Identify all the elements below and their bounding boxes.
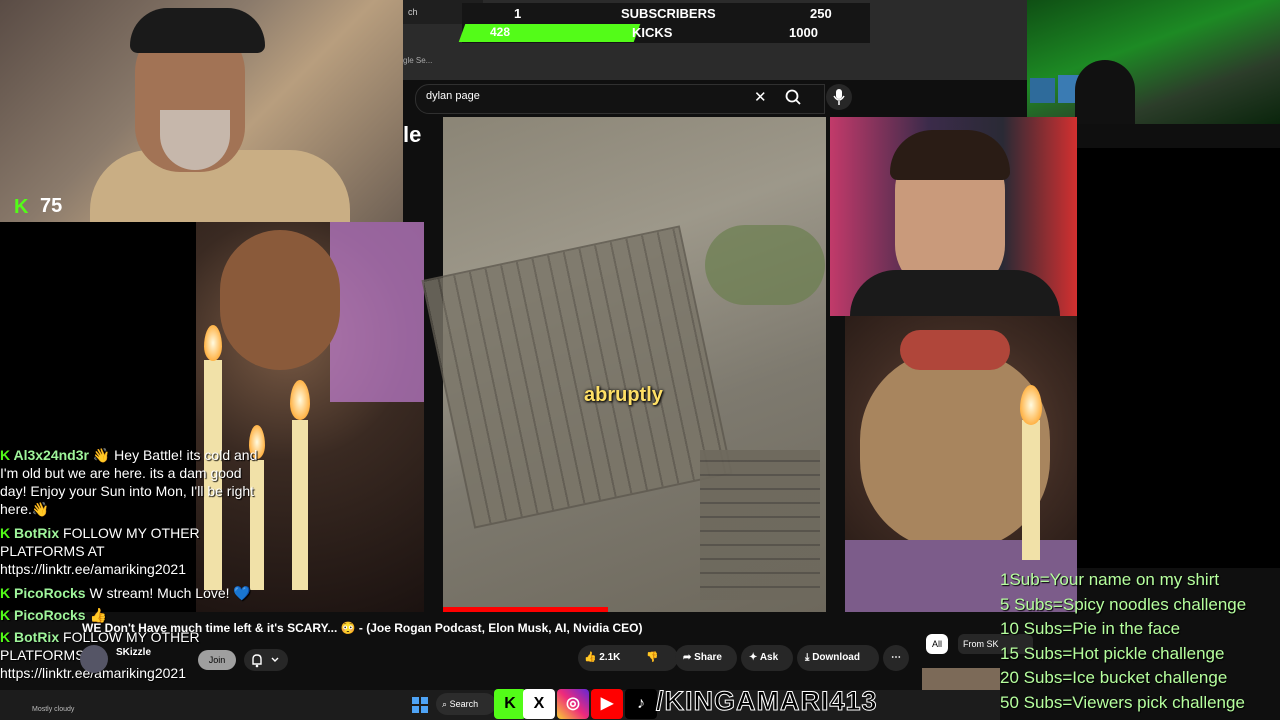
- video-title[interactable]: WE Don't Have much time left & it's SCAR…: [82, 621, 643, 635]
- room-person: [1075, 60, 1135, 124]
- bell-icon: [252, 654, 279, 668]
- kicks-target: 1000: [789, 25, 818, 40]
- channel-avatar[interactable]: [80, 645, 108, 673]
- subscribers-label: SUBSCRIBERS: [621, 6, 716, 21]
- filter-chip-all[interactable]: All: [926, 634, 948, 654]
- kicks-current: 428: [490, 25, 511, 39]
- candle: [292, 420, 308, 590]
- candle-flame: [290, 380, 310, 420]
- subscribers-current: 1: [514, 6, 522, 21]
- chat-message: K PicoRocks W stream! Much Love! 💙: [0, 584, 262, 602]
- goal-item: 20 Subs=Ice bucket challenge: [1000, 668, 1228, 687]
- kick-badge-icon: K: [0, 525, 14, 541]
- instagram-social-icon: ◎: [557, 689, 589, 719]
- candle-flame: [1020, 385, 1042, 425]
- sub-goals-list: 1Sub=Your name on my shirt 5 Subs=Spicy …: [1000, 568, 1280, 715]
- candle: [1022, 420, 1040, 560]
- chat-username[interactable]: BotRix: [14, 525, 59, 541]
- youtube-social-icon: ▶: [591, 689, 623, 719]
- chat-message: K BotRix FOLLOW MY OTHER PLATFORMS AT ht…: [0, 524, 262, 578]
- ask-button[interactable]: ✦ Ask: [741, 645, 793, 671]
- share-icon: ➦: [683, 652, 692, 663]
- chat-message: K Al3x24nd3r 👋 Hey Battle! its cold and …: [0, 446, 262, 518]
- dislike-button[interactable]: 👎: [646, 645, 658, 671]
- download-label: Download: [812, 652, 860, 663]
- weather-widget[interactable]: Mostly cloudy: [32, 706, 74, 713]
- subscribers-target: 250: [810, 6, 832, 21]
- kicks-goal-fill: [458, 24, 640, 42]
- chat-username[interactable]: BotRix: [14, 629, 59, 645]
- download-icon: ⤓: [805, 652, 810, 663]
- goal-item: 15 Subs=Hot pickle challenge: [1000, 643, 1225, 663]
- notifications-button[interactable]: [244, 649, 288, 671]
- recommended-thumbnail[interactable]: [922, 668, 1000, 690]
- taskbar-search[interactable]: ⌕ Search: [436, 693, 496, 715]
- voice-search-button[interactable]: [826, 84, 852, 110]
- scarecrow-head: [220, 230, 340, 370]
- search-input[interactable]: dylan page: [426, 90, 480, 102]
- kick-badge-icon: K: [0, 585, 14, 601]
- thumbs-up-icon: 👍: [584, 652, 597, 663]
- channel-name[interactable]: SKizzle: [116, 647, 151, 658]
- like-dislike-group: 👍 2.1K 👎: [578, 645, 678, 671]
- reactor-hair: [890, 130, 1010, 180]
- search-icon: ⌕: [442, 699, 448, 709]
- kick-badge-icon: K: [0, 607, 14, 623]
- taskbar-search-label: Search: [449, 699, 479, 709]
- x-social-icon: X: [523, 689, 555, 719]
- chat-username[interactable]: PicoRocks: [14, 607, 86, 623]
- webcam-person-durag: [130, 8, 265, 53]
- kick-social-icon: K: [494, 689, 526, 719]
- scarecrow-backdrop: [330, 222, 424, 402]
- goal-item: 5 Subs=Spicy noodles challenge: [1000, 594, 1247, 614]
- kick-logo-icon: K: [14, 196, 29, 218]
- more-actions-button[interactable]: ⋯: [883, 645, 909, 671]
- video-ruins: [421, 225, 733, 529]
- reactor-shirt: [850, 270, 1060, 316]
- viewer-count: 75: [40, 195, 63, 217]
- goal-item: 1Sub=Your name on my shirt: [1000, 570, 1220, 589]
- mic-icon: [833, 89, 845, 105]
- search-button[interactable]: [778, 84, 810, 112]
- download-button[interactable]: ⤓ Download: [797, 645, 879, 671]
- goal-item: 10 Subs=Pie in the face: [1000, 619, 1181, 638]
- kick-badge-icon: K: [0, 629, 14, 645]
- chat-username[interactable]: Al3x24nd3r: [13, 447, 88, 463]
- candle-flame: [204, 325, 222, 361]
- video-ruins: [700, 450, 820, 600]
- room-monitor: [1030, 78, 1055, 103]
- video-terrain: [705, 225, 825, 305]
- right-background: [1077, 148, 1280, 568]
- video-progress-bar[interactable]: [443, 607, 608, 612]
- ask-label: Ask: [759, 652, 779, 663]
- chat-username[interactable]: PicoRocks: [14, 585, 86, 601]
- share-button[interactable]: ➦ Share: [675, 645, 737, 671]
- chat-text: W stream! Much Love! 💙: [89, 585, 251, 601]
- windows-start-icon[interactable]: [412, 697, 428, 713]
- video-caption: abruptly: [584, 384, 663, 406]
- kick-badge-icon: K: [0, 447, 14, 463]
- room-webcam: [1027, 0, 1280, 124]
- video-cut-text: le: [403, 122, 422, 147]
- search-icon: [785, 89, 801, 105]
- like-button[interactable]: 👍 2.1K: [584, 645, 620, 671]
- bear-mouth: [900, 330, 1010, 370]
- social-handle: /KINGAMARI413: [656, 686, 878, 717]
- tiktok-social-icon: ♪: [625, 689, 657, 719]
- share-label: Share: [694, 652, 722, 663]
- thumbs-down-icon: 👎: [646, 652, 659, 663]
- join-button[interactable]: Join: [198, 650, 236, 670]
- clear-search-icon[interactable]: ✕: [754, 88, 767, 106]
- goal-item: 50 Subs=Viewers pick challenge: [1000, 692, 1245, 712]
- sparkle-icon: ✦: [749, 652, 758, 663]
- kicks-label: KICKS: [632, 25, 673, 40]
- bookmark-item[interactable]: gle Se...: [403, 56, 523, 65]
- like-count: 2.1K: [599, 652, 621, 663]
